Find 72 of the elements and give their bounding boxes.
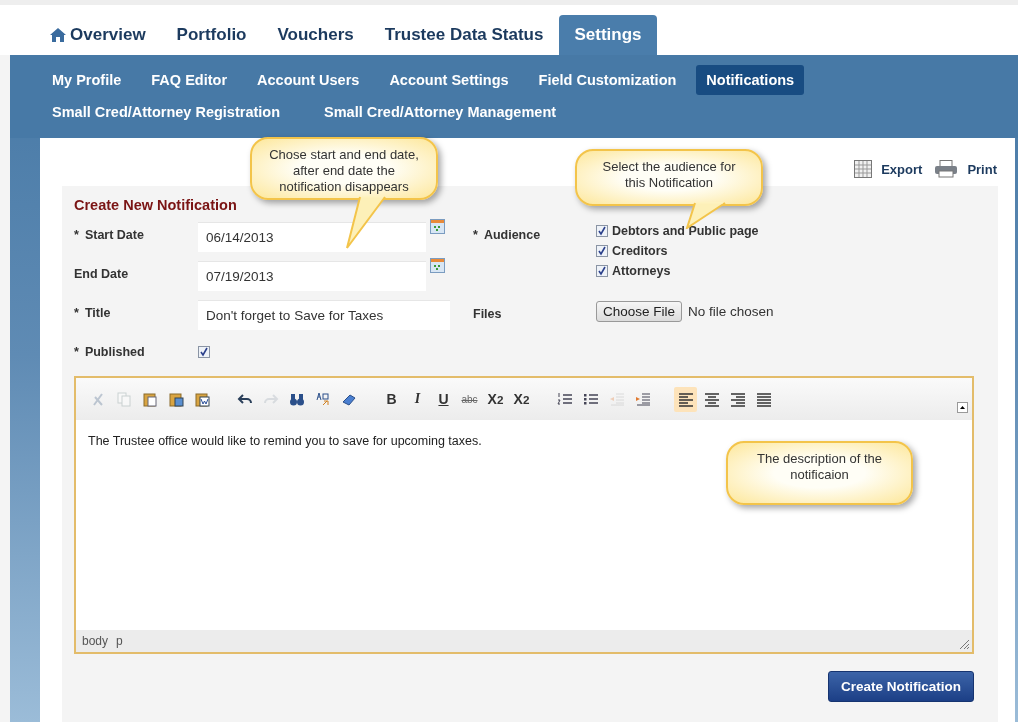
subnav-link[interactable]: FAQ Editor [141, 64, 238, 95]
create-notification-button[interactable]: Create Notification [827, 671, 974, 702]
toolbar-link[interactable]: Print [934, 152, 997, 186]
file-status: No file chosen [688, 304, 774, 319]
toolbar-link[interactable]: Export [854, 152, 923, 186]
callout: Chose start and end date, after end date the notification disappears [250, 137, 438, 200]
align-left-button[interactable] [674, 386, 697, 412]
align-right-icon [729, 391, 746, 407]
required-mark: * [74, 306, 79, 322]
resize-handle[interactable] [958, 638, 970, 650]
printer-icon [934, 160, 959, 178]
field-label: Files [473, 307, 502, 322]
subnav-link[interactable]: Account Settings [379, 64, 519, 95]
required-mark: * [74, 228, 79, 244]
outdent-icon [608, 391, 625, 407]
field-label: Start Date [84, 228, 144, 244]
required-mark: * [74, 345, 79, 361]
numbered-list-icon [556, 391, 573, 407]
date-field[interactable]: 06/14/2013 [198, 222, 426, 252]
editor-text[interactable]: The Trustee office would like to remind you to save for upcoming taxes. [88, 434, 482, 448]
spreadsheet-icon [854, 160, 873, 178]
calendar-icon[interactable] [430, 258, 445, 273]
subnav-link[interactable]: My Profile [42, 64, 132, 95]
clipboard-icon [141, 391, 158, 407]
date-field[interactable]: 07/19/2013 [198, 261, 426, 291]
subnav-link[interactable]: Notifications [696, 64, 805, 95]
subnav-link[interactable]: Account Users [247, 64, 370, 95]
clipboard-icon [167, 391, 184, 407]
collapse-toolbar-button[interactable] [957, 402, 968, 413]
copy-icon [115, 391, 132, 407]
element-path-link[interactable]: body [82, 634, 109, 648]
text-field[interactable]: Don't forget to Save for Taxes [198, 300, 450, 330]
clipboard-icon [193, 391, 210, 407]
field-label: Published [84, 345, 145, 361]
checkbox[interactable] [596, 245, 608, 257]
element-path-link[interactable]: p [116, 634, 123, 648]
field-label: Title [84, 306, 111, 322]
checkbox[interactable] [596, 225, 608, 237]
nav-tab[interactable]: Portfolio [161, 15, 262, 55]
nav-tab[interactable]: Trustee Data Status [369, 15, 559, 55]
choose-file-button[interactable]: Choose File [596, 301, 683, 322]
binoculars-icon [288, 391, 305, 407]
subnav-link[interactable]: Small Cred/Attorney Registration [42, 96, 290, 127]
subnav-link[interactable]: Small Cred/Attorney Management [314, 96, 567, 127]
format-button[interactable]: U [432, 386, 455, 412]
form-title: Create New Notification [74, 197, 238, 213]
checkbox[interactable] [198, 346, 210, 358]
subnav-link[interactable]: Field Customization [528, 64, 687, 95]
align-left-icon [677, 391, 694, 407]
bullet-list-icon [582, 391, 599, 407]
checkbox-label: Attorneys [612, 264, 671, 278]
nav-tab[interactable]: Settings [559, 15, 657, 55]
callout: Select the audience for this Notification [575, 149, 763, 206]
indent-icon [634, 391, 651, 407]
justify-icon [755, 391, 772, 407]
format-button[interactable]: B [380, 386, 403, 412]
spellcheck-icon [314, 391, 331, 407]
callout: The description of the notificaion [726, 441, 913, 505]
checkbox-label: Debtors and Public page [612, 224, 759, 238]
calendar-icon[interactable] [430, 219, 445, 234]
align-center-icon [703, 391, 720, 407]
checkmark-icon [199, 347, 209, 357]
required-mark: * [473, 228, 478, 244]
nav-tab[interactable]: Vouchers [262, 15, 369, 55]
home-icon [49, 27, 67, 43]
format-button[interactable]: abc [458, 386, 481, 412]
format-button[interactable]: I [406, 386, 429, 412]
field-label: Audience [483, 228, 541, 244]
field-label: End Date [74, 267, 129, 283]
nav-tab[interactable]: Overview [34, 15, 161, 55]
checkbox-label: Creditors [612, 244, 668, 258]
checkbox[interactable] [596, 265, 608, 277]
